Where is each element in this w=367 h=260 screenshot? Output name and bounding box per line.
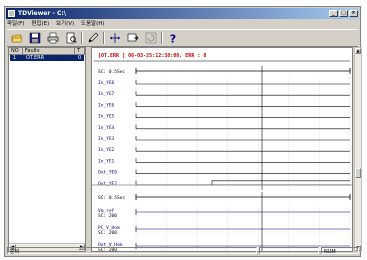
trace-canvas[interactable]: [OT.ERR ] 06-03-25:12:38:00, ERR : 0 SC: … bbox=[92, 48, 352, 253]
status-pane-empty bbox=[259, 247, 319, 254]
app-window: TDViewer - C:\ _ □ × 파일(F) 편집(E) 보기(V) 도… bbox=[4, 6, 362, 257]
channel-label: In_YE4 bbox=[98, 125, 115, 131]
channel-label: In_YE2 bbox=[98, 147, 115, 153]
menu-help[interactable]: 도움말(H) bbox=[81, 20, 105, 29]
menu-edit[interactable]: 편집(E) bbox=[31, 20, 49, 29]
reset-icon[interactable] bbox=[145, 32, 157, 44]
menu-bar: 파일(F) 편집(E) 보기(V) 도움말(H) bbox=[7, 20, 358, 29]
trace-header: [OT.ERR ] 06-03-25:12:38:00, ERR : 0 bbox=[98, 53, 206, 59]
open-folder-icon[interactable] bbox=[11, 32, 23, 44]
channel-label: Out_YE7 bbox=[98, 181, 117, 187]
print-preview-icon[interactable] bbox=[65, 32, 77, 44]
toolbar: ? bbox=[7, 29, 358, 47]
channel-label: In_YE3 bbox=[98, 136, 115, 142]
channel-label: In_YE1 bbox=[98, 158, 115, 164]
pen-icon[interactable] bbox=[87, 32, 99, 44]
cursor-mode-icon[interactable] bbox=[109, 32, 121, 44]
status-text: 준비 bbox=[7, 247, 257, 255]
toolbar-separator bbox=[161, 32, 163, 44]
save-icon[interactable] bbox=[29, 32, 41, 44]
channel-label: In_YE6 bbox=[98, 80, 115, 86]
fault-row[interactable]: 1 OT.ERR 0 bbox=[10, 55, 84, 61]
zoom-icon[interactable] bbox=[127, 32, 139, 44]
channel-label: In_YE7 bbox=[98, 91, 115, 97]
scroll-up-icon[interactable]: ▲ bbox=[355, 48, 361, 54]
column-header-faults[interactable]: Faults bbox=[23, 48, 75, 55]
window-title: TDViewer - C:\ bbox=[18, 10, 66, 17]
fault-row-name: OT.ERR bbox=[26, 55, 45, 61]
scroll-thumb[interactable] bbox=[355, 168, 361, 178]
toolbar-separator bbox=[103, 32, 105, 44]
trace-vscrollbar[interactable]: ▲ ▼ bbox=[354, 47, 362, 252]
status-bar: 준비 NUM bbox=[7, 247, 359, 255]
menu-view[interactable]: 보기(V) bbox=[56, 20, 74, 29]
minimize-button[interactable]: _ bbox=[329, 10, 338, 17]
fault-row-no: 1 bbox=[13, 55, 17, 61]
channel-scale-label: SC: 200 bbox=[98, 230, 117, 236]
fault-list-header: NO Faults T bbox=[9, 48, 85, 55]
help-icon[interactable]: ? bbox=[167, 32, 179, 45]
fault-row-t: 0 bbox=[78, 55, 82, 61]
time-scale-label: SC: 0.5Sec bbox=[98, 195, 125, 201]
maximize-button[interactable]: □ bbox=[339, 10, 348, 17]
channel-trace-step bbox=[136, 180, 350, 186]
channel-label: In_YE5 bbox=[98, 114, 115, 120]
print-icon[interactable] bbox=[47, 32, 59, 44]
channel-label: Out_YE6 bbox=[98, 170, 117, 176]
time-scale-label: SC: 0.5Sec bbox=[98, 69, 125, 75]
channel-scale-label: SC: 200 bbox=[98, 213, 117, 219]
fault-list[interactable]: NO Faults T 1 OT.ERR 0 ◀ ▶ bbox=[8, 47, 86, 252]
column-header-t[interactable]: T bbox=[75, 48, 85, 55]
trace-plot[interactable]: [OT.ERR ] 06-03-25:12:38:00, ERR : 0 SC: … bbox=[91, 47, 353, 253]
channel-label: In_YE6 bbox=[98, 102, 115, 108]
toolbar-separator bbox=[81, 32, 83, 44]
menu-file[interactable]: 파일(F) bbox=[7, 20, 25, 29]
svg-text:?: ? bbox=[170, 33, 176, 45]
title-bar[interactable]: TDViewer - C:\ _ □ × bbox=[6, 8, 359, 19]
close-button[interactable]: × bbox=[349, 10, 358, 17]
app-icon bbox=[8, 10, 15, 17]
status-num: NUM bbox=[321, 247, 359, 255]
column-header-no[interactable]: NO bbox=[9, 48, 23, 55]
